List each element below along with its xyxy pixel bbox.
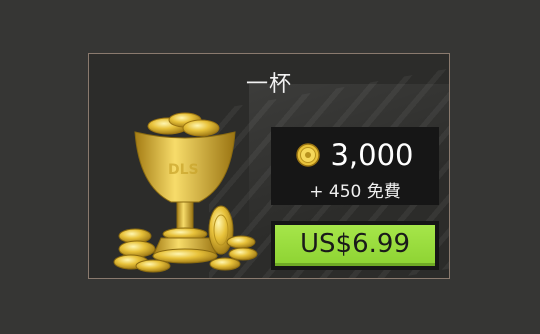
trophy-icon: DLS	[113, 112, 258, 273]
coin-amount-row: 3,000	[271, 137, 439, 173]
price-button[interactable]: US$6.99	[271, 221, 439, 270]
offer-title: 一杯	[245, 72, 292, 97]
coin-amount-panel: 3,000 + 450 免費	[271, 127, 439, 205]
coin-amount: 3,000	[330, 137, 414, 172]
price-label: US$6.99	[275, 225, 435, 266]
offer-card[interactable]: 一杯 DLS 3,000 + 450 免費 US$6.99	[88, 53, 450, 279]
bonus-text: + 450 免費	[309, 182, 401, 202]
coin-icon	[296, 143, 321, 167]
trophy-watermark: DLS	[168, 162, 199, 178]
